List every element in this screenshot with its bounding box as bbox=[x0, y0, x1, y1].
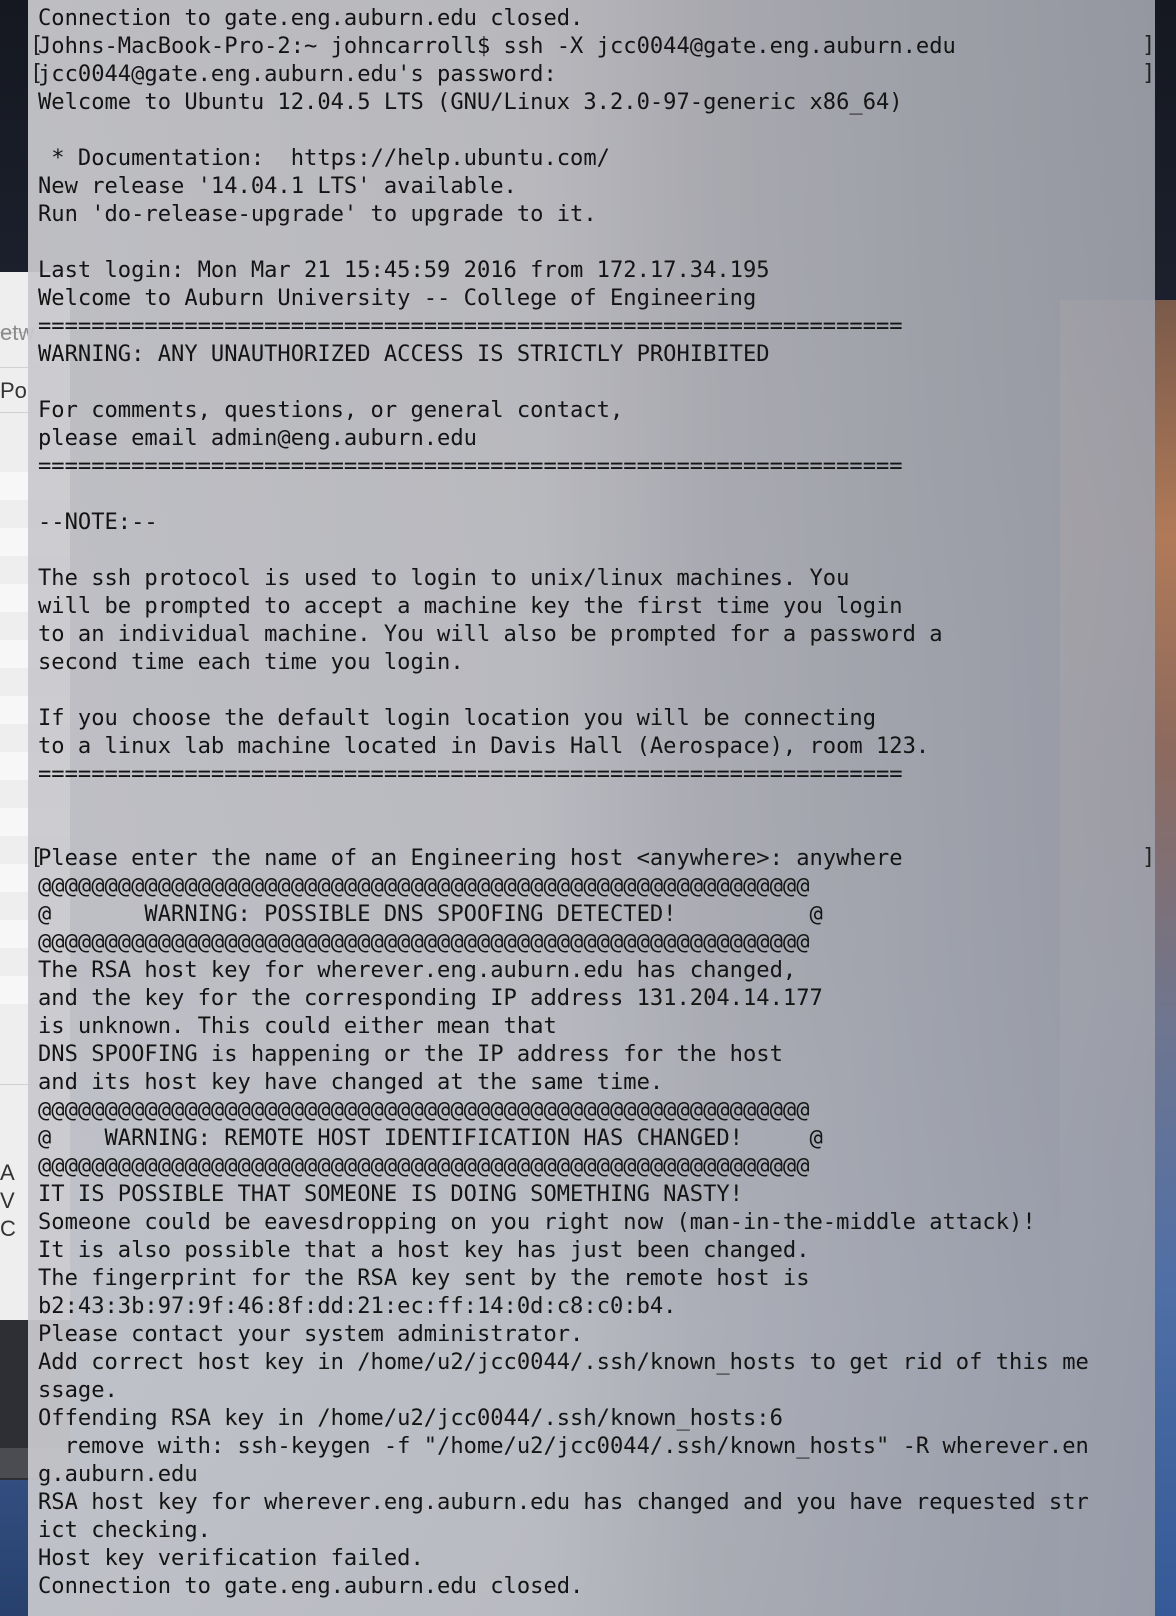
terminal-line: and its host key have changed at the sam… bbox=[38, 1069, 664, 1095]
terminal-line: ========================================… bbox=[38, 761, 903, 787]
terminal-line: The RSA host key for wherever.eng.auburn… bbox=[38, 957, 797, 983]
terminal-line: New release '14.04.1 LTS' available. bbox=[38, 173, 517, 199]
terminal-line: @ WARNING: POSSIBLE DNS SPOOFING DETECTE… bbox=[38, 901, 823, 927]
terminal-line: Host key verification failed. bbox=[38, 1545, 424, 1571]
terminal-mark-right: ] bbox=[1142, 61, 1155, 86]
terminal-line: will be prompted to accept a machine key… bbox=[38, 593, 903, 619]
terminal-output[interactable]: Connection to gate.eng.auburn.edu closed… bbox=[38, 4, 1089, 1600]
terminal-line: * Documentation: https://help.ubuntu.com… bbox=[38, 145, 610, 171]
terminal-line: IT IS POSSIBLE THAT SOMEONE IS DOING SOM… bbox=[38, 1181, 743, 1207]
terminal-mark-right: ] bbox=[1142, 845, 1155, 870]
terminal-line: Connection to gate.eng.auburn.edu closed… bbox=[38, 5, 584, 31]
terminal-line: If you choose the default login location… bbox=[38, 705, 876, 731]
terminal-line: b2:43:3b:97:9f:46:8f:dd:21:ec:ff:14:0d:c… bbox=[38, 1293, 677, 1319]
terminal-line: second time each time you login. bbox=[38, 649, 464, 675]
terminal-line: Please enter the name of an Engineering … bbox=[38, 845, 903, 871]
background-window-text: V bbox=[0, 1188, 15, 1213]
terminal-line: @@@@@@@@@@@@@@@@@@@@@@@@@@@@@@@@@@@@@@@@… bbox=[38, 1097, 810, 1123]
terminal-line: to an individual machine. You will also … bbox=[38, 621, 943, 647]
terminal-line: DNS SPOOFING is happening or the IP addr… bbox=[38, 1041, 783, 1067]
terminal-line: --NOTE:-- bbox=[38, 509, 158, 535]
terminal-line: ========================================… bbox=[38, 453, 903, 479]
terminal-line: Johns-MacBook-Pro-2:~ johncarroll$ ssh -… bbox=[38, 33, 956, 59]
terminal-line: WARNING: ANY UNAUTHORIZED ACCESS IS STRI… bbox=[38, 341, 770, 367]
terminal-mark-right: ] bbox=[1142, 33, 1155, 58]
terminal-line: RSA host key for wherever.eng.auburn.edu… bbox=[38, 1489, 1089, 1515]
terminal-line: ict checking. bbox=[38, 1517, 211, 1543]
terminal-line: ssage. bbox=[38, 1377, 118, 1403]
terminal-line: Last login: Mon Mar 21 15:45:59 2016 fro… bbox=[38, 257, 770, 283]
terminal-line: @@@@@@@@@@@@@@@@@@@@@@@@@@@@@@@@@@@@@@@@… bbox=[38, 873, 810, 899]
terminal-line: @@@@@@@@@@@@@@@@@@@@@@@@@@@@@@@@@@@@@@@@… bbox=[38, 929, 810, 955]
terminal-line: Someone could be eavesdropping on you ri… bbox=[38, 1209, 1036, 1235]
terminal-line: Please contact your system administrator… bbox=[38, 1321, 584, 1347]
terminal-line: The ssh protocol is used to login to uni… bbox=[38, 565, 850, 591]
terminal-line: The fingerprint for the RSA key sent by … bbox=[38, 1265, 810, 1291]
terminal-line: g.auburn.edu bbox=[38, 1461, 198, 1487]
terminal-line: to a linux lab machine located in Davis … bbox=[38, 733, 930, 759]
terminal-line: remove with: ssh-keygen -f "/home/u2/jcc… bbox=[38, 1433, 1089, 1459]
terminal-line: Connection to gate.eng.auburn.edu closed… bbox=[38, 1573, 584, 1599]
background-window-text: C bbox=[0, 1216, 16, 1241]
terminal-line: For comments, questions, or general cont… bbox=[38, 397, 624, 423]
background-window-text: Po bbox=[0, 378, 27, 403]
terminal-line: @ WARNING: REMOTE HOST IDENTIFICATION HA… bbox=[38, 1125, 823, 1151]
terminal-line: and the key for the corresponding IP add… bbox=[38, 985, 823, 1011]
terminal-line: ========================================… bbox=[38, 313, 903, 339]
terminal-line: Welcome to Auburn University -- College … bbox=[38, 285, 757, 311]
terminal-line: Offending RSA key in /home/u2/jcc0044/.s… bbox=[38, 1405, 783, 1431]
terminal-line: please email admin@eng.auburn.edu bbox=[38, 425, 477, 451]
terminal-window[interactable]: [ ] [ ] [ ] Connection to gate.eng.aubur… bbox=[28, 0, 1155, 1616]
terminal-line: jcc0044@gate.eng.auburn.edu's password: bbox=[38, 61, 557, 87]
background-window-text: A bbox=[0, 1160, 15, 1185]
terminal-line: is unknown. This could either mean that bbox=[38, 1013, 557, 1039]
terminal-line: It is also possible that a host key has … bbox=[38, 1237, 810, 1263]
terminal-line: Run 'do-release-upgrade' to upgrade to i… bbox=[38, 201, 597, 227]
terminal-line: Add correct host key in /home/u2/jcc0044… bbox=[38, 1349, 1089, 1375]
terminal-line: Welcome to Ubuntu 12.04.5 LTS (GNU/Linux… bbox=[38, 89, 903, 115]
terminal-line: @@@@@@@@@@@@@@@@@@@@@@@@@@@@@@@@@@@@@@@@… bbox=[38, 1153, 810, 1179]
